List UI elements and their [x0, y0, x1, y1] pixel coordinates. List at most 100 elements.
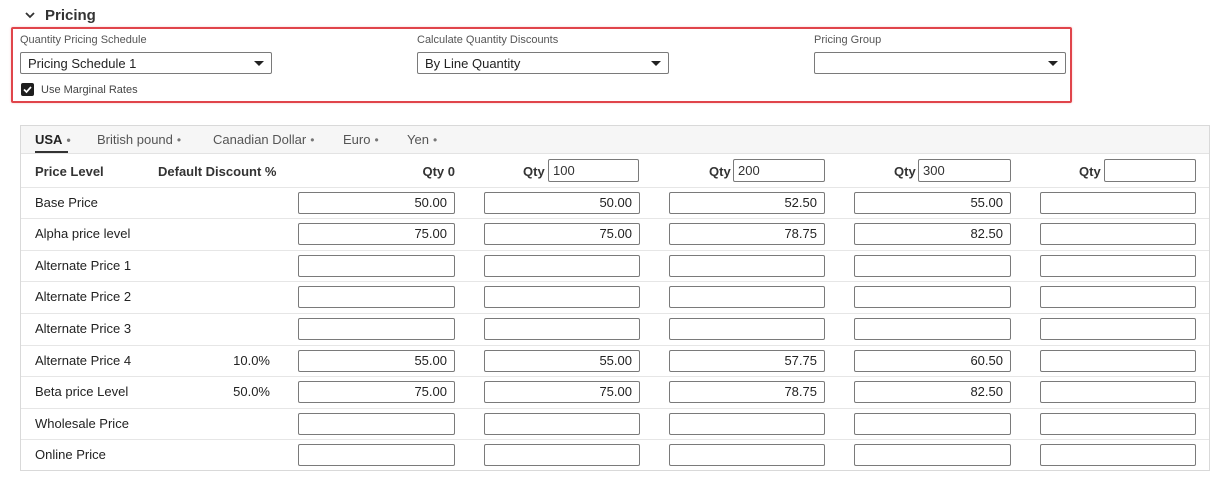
price-input[interactable]	[669, 286, 825, 308]
price-input[interactable]: 75.00	[484, 381, 640, 403]
default-discount-header: Default Discount %	[158, 164, 277, 179]
price-input[interactable]	[298, 413, 455, 435]
price-level-label: Alternate Price 1	[35, 258, 132, 273]
price-input[interactable]	[854, 255, 1011, 277]
price-input[interactable]	[669, 255, 825, 277]
tab-yen[interactable]: Yen •	[407, 126, 437, 153]
qty-break-input-4[interactable]	[1104, 159, 1196, 182]
row-separator	[21, 345, 1209, 346]
price-input[interactable]	[1040, 350, 1196, 372]
price-input[interactable]	[669, 318, 825, 340]
price-input[interactable]: 55.00	[298, 350, 455, 372]
qty-break-input-1[interactable]: 100	[548, 159, 639, 182]
price-input[interactable]	[669, 413, 825, 435]
price-input[interactable]: 50.00	[484, 192, 640, 214]
price-input[interactable]: 55.00	[484, 350, 640, 372]
price-input[interactable]	[298, 255, 455, 277]
price-level-label: Alternate Price 2	[35, 289, 132, 304]
price-input[interactable]: 78.75	[669, 223, 825, 245]
pricing-group-label: Pricing Group	[814, 34, 882, 46]
price-input[interactable]	[1040, 223, 1196, 245]
price-input[interactable]	[484, 255, 640, 277]
qty-label: Qty	[1079, 164, 1101, 179]
qty-break-input-2[interactable]: 200	[733, 159, 825, 182]
tab-bar	[21, 126, 1209, 154]
price-input[interactable]: 75.00	[298, 223, 455, 245]
price-input[interactable]	[854, 286, 1011, 308]
calc-discounts-label: Calculate Quantity Discounts	[417, 34, 559, 46]
tab-canadian-dollar[interactable]: Canadian Dollar •	[213, 126, 314, 153]
price-level-label: Base Price	[35, 195, 98, 210]
price-input[interactable]	[298, 318, 455, 340]
schedule-label: Quantity Pricing Schedule	[20, 34, 147, 46]
dropdown-caret-icon	[1048, 61, 1058, 66]
price-input[interactable]	[298, 444, 455, 466]
calc-discounts-value: By Line Quantity	[425, 55, 521, 71]
price-input[interactable]: 50.00	[298, 192, 455, 214]
default-discount-value: 10.0%	[233, 353, 270, 368]
qty-break-input-3[interactable]: 300	[918, 159, 1011, 182]
price-input[interactable]: 82.50	[854, 223, 1011, 245]
section-header-pricing[interactable]: Pricing	[23, 5, 96, 25]
price-input[interactable]	[854, 318, 1011, 340]
price-input[interactable]	[298, 286, 455, 308]
tab-euro[interactable]: Euro •	[343, 126, 379, 153]
schedule-value: Pricing Schedule 1	[28, 55, 137, 71]
price-level-header: Price Level	[35, 164, 104, 179]
dropdown-caret-icon	[651, 61, 661, 66]
price-input[interactable]: 60.50	[854, 350, 1011, 372]
price-level-label: Alternate Price 3	[35, 321, 132, 336]
price-input[interactable]	[1040, 318, 1196, 340]
price-input[interactable]: 75.00	[484, 223, 640, 245]
price-input[interactable]	[1040, 286, 1196, 308]
price-input[interactable]: 75.00	[298, 381, 455, 403]
row-separator	[21, 250, 1209, 251]
pricing-group-select[interactable]	[814, 52, 1066, 74]
row-separator	[21, 187, 1209, 188]
row-separator	[21, 313, 1209, 314]
price-level-label: Beta price Level	[35, 384, 129, 399]
schedule-select[interactable]: Pricing Schedule 1	[20, 52, 272, 74]
chevron-down-icon	[25, 12, 35, 19]
price-input[interactable]	[484, 413, 640, 435]
marginal-rates-label: Use Marginal Rates	[41, 84, 138, 96]
row-separator	[21, 218, 1209, 219]
price-input[interactable]	[1040, 413, 1196, 435]
price-input[interactable]: 52.50	[669, 192, 825, 214]
qty-0-header: Qty 0	[422, 164, 455, 179]
row-separator	[21, 439, 1209, 440]
price-level-label: Wholesale Price	[35, 416, 129, 431]
tab-british-pound[interactable]: British pound •	[97, 126, 181, 153]
active-tab-indicator	[35, 151, 68, 153]
price-level-label: Alpha price level	[35, 226, 131, 241]
price-input[interactable]	[1040, 255, 1196, 277]
dropdown-caret-icon	[254, 61, 264, 66]
checkmark-icon	[23, 86, 32, 94]
price-input[interactable]	[1040, 381, 1196, 403]
price-level-label: Online Price	[35, 447, 106, 462]
tab-usa[interactable]: USA •	[35, 126, 71, 153]
default-discount-value: 50.0%	[233, 384, 270, 399]
price-input[interactable]	[854, 444, 1011, 466]
price-input[interactable]	[484, 444, 640, 466]
price-input[interactable]	[1040, 192, 1196, 214]
price-input[interactable]: 82.50	[854, 381, 1011, 403]
marginal-rates-checkbox[interactable]	[21, 83, 34, 96]
price-input[interactable]: 78.75	[669, 381, 825, 403]
price-input[interactable]	[1040, 444, 1196, 466]
price-input[interactable]: 55.00	[854, 192, 1011, 214]
price-input[interactable]	[669, 444, 825, 466]
price-level-label: Alternate Price 4	[35, 353, 132, 368]
qty-label: Qty	[894, 164, 916, 179]
qty-label: Qty	[523, 164, 545, 179]
row-separator	[21, 376, 1209, 377]
calc-discounts-select[interactable]: By Line Quantity	[417, 52, 669, 74]
price-input[interactable]: 57.75	[669, 350, 825, 372]
qty-label: Qty	[709, 164, 731, 179]
row-separator	[21, 408, 1209, 409]
price-input[interactable]	[484, 318, 640, 340]
price-input[interactable]	[484, 286, 640, 308]
row-separator	[21, 281, 1209, 282]
section-title: Pricing	[45, 6, 96, 24]
price-input[interactable]	[854, 413, 1011, 435]
